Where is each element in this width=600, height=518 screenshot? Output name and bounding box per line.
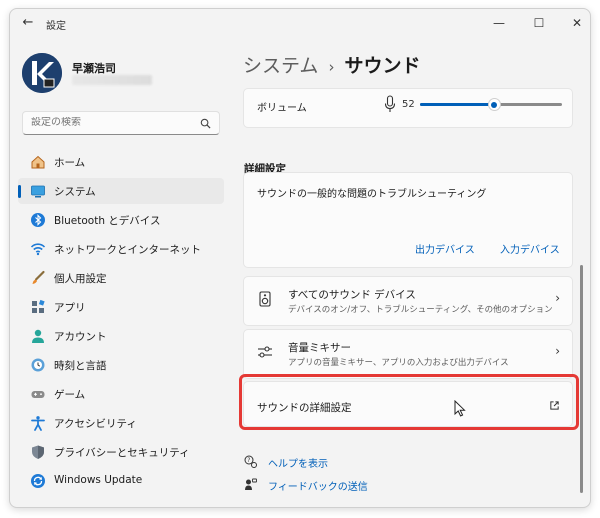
speaker-icon	[259, 291, 271, 307]
settings-window: ← 設定 — ☐ ✕ 早瀬浩司 ホーム	[9, 8, 591, 508]
sidebar-item-gaming[interactable]: ゲーム	[18, 381, 224, 407]
windows-update-icon	[31, 474, 45, 488]
sidebar-item-label: Windows Update	[54, 474, 143, 486]
breadcrumb: システム › サウンド	[243, 51, 420, 78]
breadcrumb-parent[interactable]: システム	[243, 55, 318, 77]
bluetooth-icon	[31, 213, 45, 227]
output-device-button[interactable]: 出力デバイス	[415, 241, 475, 256]
volume-mixer-row[interactable]: 音量ミキサー アプリの音量ミキサー、アプリの入力および出力デバイス ›	[243, 329, 573, 379]
time-language-icon	[31, 358, 45, 372]
title-bar: ← 設定 — ☐ ✕	[10, 9, 590, 37]
sidebar-item-label: システム	[54, 186, 96, 198]
gaming-icon	[31, 391, 45, 398]
row-subtitle: デバイスのオン/オフ、トラブルシューティング、その他のオプション	[288, 305, 553, 315]
window-title: 設定	[46, 21, 66, 32]
sidebar-item-windows-update[interactable]: Windows Update	[18, 468, 224, 494]
feedback-label: フィードバックの送信	[268, 482, 368, 493]
avatar[interactable]	[22, 53, 62, 93]
sidebar-item-apps[interactable]: アプリ	[18, 294, 224, 320]
chevron-right-icon: ›	[555, 344, 560, 358]
feedback-icon	[245, 478, 257, 490]
sidebar-item-label: プライバシーとセキュリティ	[54, 447, 190, 459]
volume-label: ボリューム	[257, 103, 307, 114]
svg-text:?: ?	[247, 457, 250, 464]
home-icon	[31, 155, 45, 169]
troubleshoot-card: サウンドの一般的な問題のトラブルシューティング 出力デバイス 入力デバイス	[243, 172, 573, 268]
sidebar-item-label: アカウント	[54, 331, 107, 343]
apps-icon	[32, 299, 45, 313]
volume-card: ボリューム 52	[243, 88, 573, 128]
profile-name: 早瀬浩司	[72, 62, 116, 75]
slider-thumb[interactable]	[487, 98, 501, 111]
sidebar-item-label: ゲーム	[54, 389, 86, 401]
maximize-button[interactable]: ☐	[526, 13, 552, 33]
all-sound-devices-row[interactable]: すべてのサウンド デバイス デバイスのオン/オフ、トラブルシューティング、その他…	[243, 276, 573, 326]
search-box[interactable]	[22, 111, 220, 135]
sidebar-item-label: アプリ	[54, 302, 86, 314]
sidebar-item-label: ホーム	[54, 157, 86, 169]
avatar-image	[22, 53, 62, 93]
account-icon	[32, 329, 44, 343]
profile-email-blurred	[72, 75, 152, 85]
vertical-scrollbar[interactable]	[580, 265, 583, 493]
sidebar-nav: ホーム システム Bluetooth とデバイス ネットワークとインターネット …	[18, 149, 224, 497]
search-input[interactable]	[31, 117, 191, 128]
privacy-icon	[32, 445, 44, 459]
microphone-icon[interactable]	[384, 95, 396, 113]
sidebar-item-label: 時刻と言語	[54, 360, 107, 372]
volume-slider[interactable]	[420, 98, 562, 111]
sidebar-item-home[interactable]: ホーム	[18, 149, 224, 175]
input-device-button[interactable]: 入力デバイス	[500, 241, 560, 256]
sidebar-item-network[interactable]: ネットワークとインターネット	[18, 236, 224, 262]
chevron-right-icon: ›	[555, 291, 560, 305]
minimize-button[interactable]: —	[486, 13, 512, 33]
sidebar-item-label: Bluetooth とデバイス	[54, 215, 161, 227]
row-title: 音量ミキサー	[288, 342, 351, 354]
troubleshoot-title: サウンドの一般的な問題のトラブルシューティング	[257, 189, 487, 200]
sidebar-item-label: 個人用設定	[54, 273, 107, 285]
sidebar-item-time-language[interactable]: 時刻と言語	[18, 352, 224, 378]
sidebar-item-personalization[interactable]: 個人用設定	[18, 265, 224, 291]
sidebar-item-privacy[interactable]: プライバシーとセキュリティ	[18, 439, 224, 465]
row-title: すべてのサウンド デバイス	[288, 289, 416, 301]
close-button[interactable]: ✕	[564, 13, 590, 33]
slider-fill	[420, 103, 494, 106]
breadcrumb-separator: ›	[328, 58, 335, 76]
search-icon[interactable]	[200, 118, 211, 129]
highlight-annotation	[239, 374, 579, 430]
page-title: サウンド	[344, 55, 421, 77]
help-label: ヘルプを表示	[268, 459, 328, 470]
sidebar-item-system[interactable]: システム	[18, 178, 224, 204]
row-subtitle: アプリの音量ミキサー、アプリの入力および出力デバイス	[288, 358, 509, 368]
back-button[interactable]: ←	[20, 15, 36, 31]
sidebar-item-accessibility[interactable]: アクセシビリティ	[18, 410, 224, 436]
system-icon	[31, 185, 45, 198]
network-icon	[30, 243, 46, 256]
mixer-icon	[258, 346, 272, 358]
help-icon: ?	[244, 455, 257, 468]
volume-value: 52	[402, 99, 415, 110]
active-indicator	[18, 185, 21, 198]
sidebar-item-bluetooth[interactable]: Bluetooth とデバイス	[18, 207, 224, 233]
sidebar-item-account[interactable]: アカウント	[18, 323, 224, 349]
accessibility-icon	[31, 416, 45, 431]
personalization-icon	[32, 270, 45, 284]
sidebar-item-label: アクセシビリティ	[54, 418, 137, 430]
sidebar-item-label: ネットワークとインターネット	[54, 244, 201, 256]
